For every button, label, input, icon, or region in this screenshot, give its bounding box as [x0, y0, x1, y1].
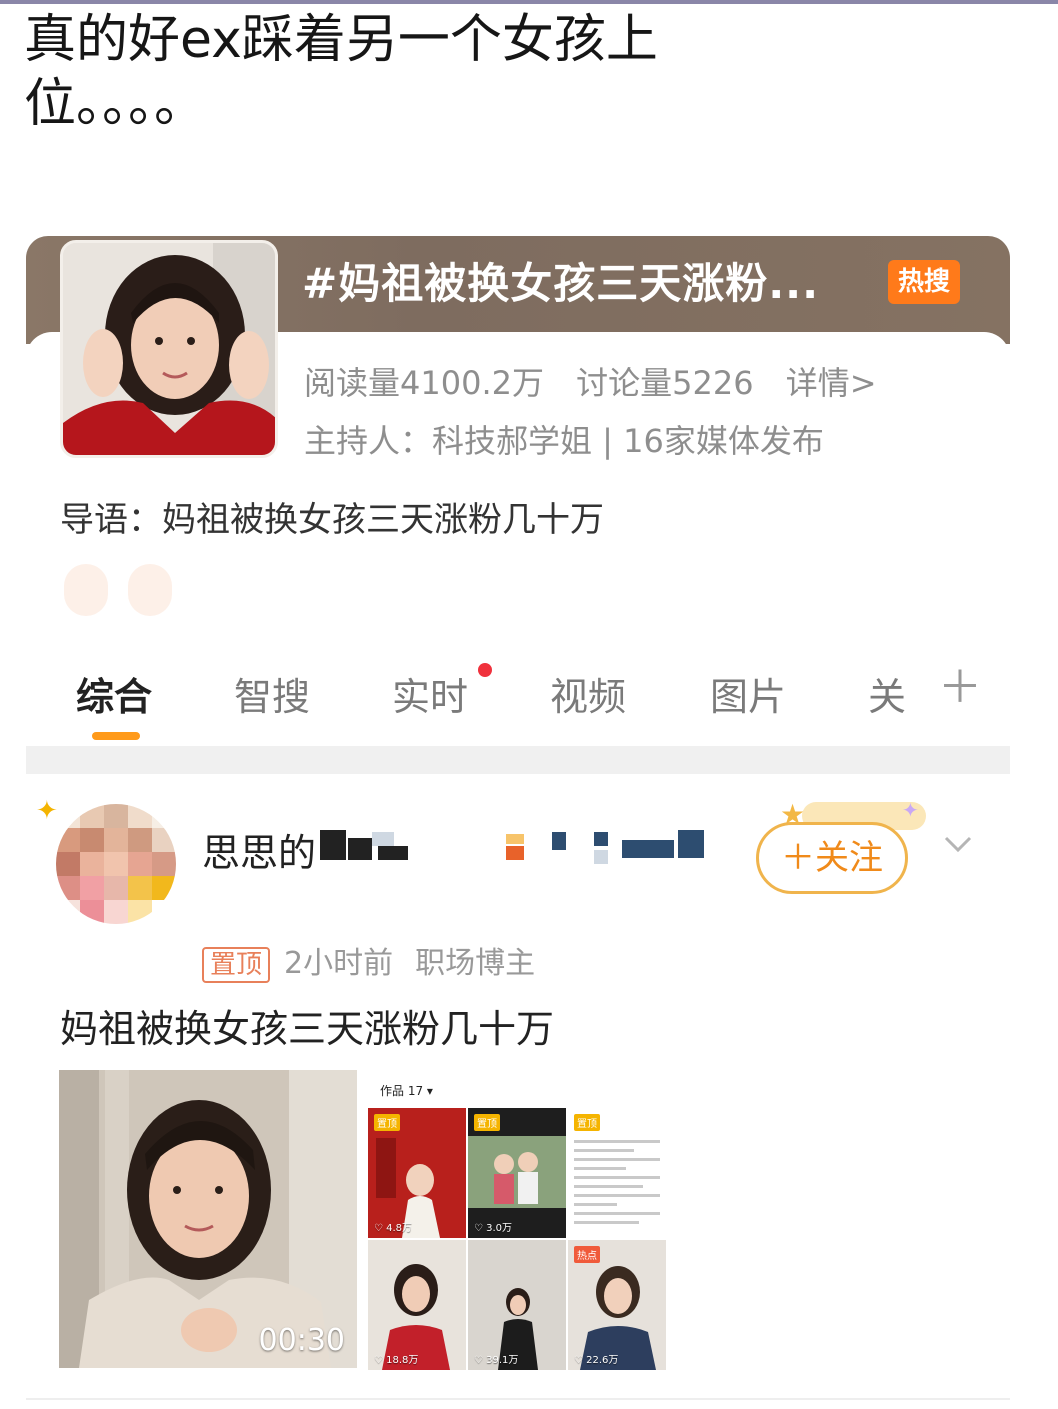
redaction-block	[378, 846, 408, 860]
work-tile: 置顶 ♡ 3.0万	[468, 1108, 566, 1238]
chevron-down-icon[interactable]	[942, 828, 974, 860]
read-count: 阅读量4100.2万	[304, 364, 544, 402]
tile-badge: 置顶	[374, 1114, 400, 1131]
pinned-badge: 置顶	[202, 947, 271, 983]
topic-host: 主持人：科技郝学姐 | 16家媒体发布	[304, 422, 824, 460]
faded-avatars	[64, 564, 192, 620]
tab-follow[interactable]: 关	[868, 666, 906, 721]
redaction-block	[506, 834, 524, 844]
tile-badge: 热点	[574, 1246, 600, 1263]
active-tab-indicator	[92, 732, 140, 740]
tile-likes: ♡ 4.8万	[374, 1223, 413, 1234]
redaction-block	[348, 838, 372, 860]
post-caption: 真的好ex踩着另一个女孩上 位。。。。	[24, 8, 784, 136]
bottom-divider	[26, 1398, 1010, 1400]
topic-stats: 阅读量4100.2万 讨论量5226 详情>	[304, 358, 899, 404]
text-post-preview	[574, 1134, 660, 1230]
topic-title[interactable]: #妈祖被换女孩三天涨粉...	[302, 250, 819, 311]
weibo-post: ✦ 思思的 ★ ✦ ＋关注 置顶2小时前职场博主 妈祖被换女孩三天涨粉几十万	[26, 774, 1010, 1409]
video-thumbnail[interactable]: 00:30	[59, 1070, 357, 1368]
tile-likes: ♡ 22.6万	[574, 1355, 619, 1366]
work-tile: ♡ 39.1万	[468, 1240, 566, 1370]
tab-realtime[interactable]: 实时	[392, 666, 468, 721]
girl-portrait-image	[63, 243, 275, 455]
works-count-label: 作品 17 ▾	[380, 1084, 433, 1098]
tab-video[interactable]: 视频	[550, 666, 626, 721]
tile-likes: ♡ 3.0万	[474, 1223, 513, 1234]
follow-button[interactable]: ＋关注	[756, 822, 908, 894]
redaction-block	[594, 850, 608, 864]
topic-thumbnail[interactable]	[60, 240, 278, 458]
search-tabs: 综合 智搜 实时 视频 图片 关 ＋	[26, 660, 1010, 746]
redaction-block	[594, 832, 608, 846]
tab-smart-search[interactable]: 智搜	[234, 666, 310, 721]
post-meta: 置顶 2小时前 职场博主	[202, 938, 535, 983]
redaction-block	[552, 832, 566, 850]
work-tile: 热点 ♡ 22.6万	[568, 1240, 666, 1370]
caption-line-2: 位。。。。	[24, 74, 207, 134]
caption-line-1: 真的好ex踩着另一个女孩上	[24, 10, 658, 70]
author-name[interactable]: 思思的	[202, 822, 316, 877]
profile-screenshot-image[interactable]: 作品 17 ▾ 置顶 ♡ 4.8万 置顶 ♡ 3.0万 置顶 ♡ 18.8万 ♡…	[368, 1080, 670, 1372]
post-time: 2小时前	[284, 946, 394, 981]
redaction-block	[372, 832, 394, 846]
top-border	[0, 0, 1058, 4]
details-link[interactable]: 详情>	[786, 364, 877, 402]
work-tile: 置顶	[568, 1108, 666, 1238]
hot-topic-card[interactable]: #妈祖被换女孩三天涨粉... 热搜 阅读量4100.2万 讨论量5226 详情>…	[26, 236, 1010, 652]
video-duration: 00:30	[258, 1323, 345, 1358]
avatar[interactable]	[56, 804, 176, 924]
post-text: 妈祖被换女孩三天涨粉几十万	[60, 1007, 555, 1051]
tile-badge: 置顶	[574, 1114, 600, 1131]
tile-badge: 置顶	[474, 1114, 500, 1131]
redaction-block	[622, 840, 674, 858]
redaction-block	[678, 830, 704, 858]
redaction-block	[506, 846, 524, 860]
work-tile: 置顶 ♡ 4.8万	[368, 1108, 466, 1238]
tile-likes: ♡ 39.1万	[474, 1355, 519, 1366]
avatar-star-icon: ✦	[36, 796, 58, 826]
sparkle-icon: ✦	[902, 798, 919, 822]
hot-search-badge: 热搜	[888, 260, 960, 304]
tab-comprehensive[interactable]: 综合	[76, 666, 152, 721]
tile-likes: ♡ 18.8万	[374, 1355, 419, 1366]
tab-images[interactable]: 图片	[710, 666, 786, 721]
work-tile: ♡ 18.8万	[368, 1240, 466, 1370]
add-tab-icon[interactable]: ＋	[938, 666, 982, 710]
section-divider	[26, 746, 1010, 774]
author-title: 职场博主	[415, 946, 536, 981]
discussion-count: 讨论量5226	[576, 364, 754, 402]
realtime-notification-dot	[478, 663, 492, 677]
topic-intro: 导语：妈祖被换女孩三天涨粉几十万	[60, 500, 604, 540]
redaction-block	[320, 830, 346, 860]
